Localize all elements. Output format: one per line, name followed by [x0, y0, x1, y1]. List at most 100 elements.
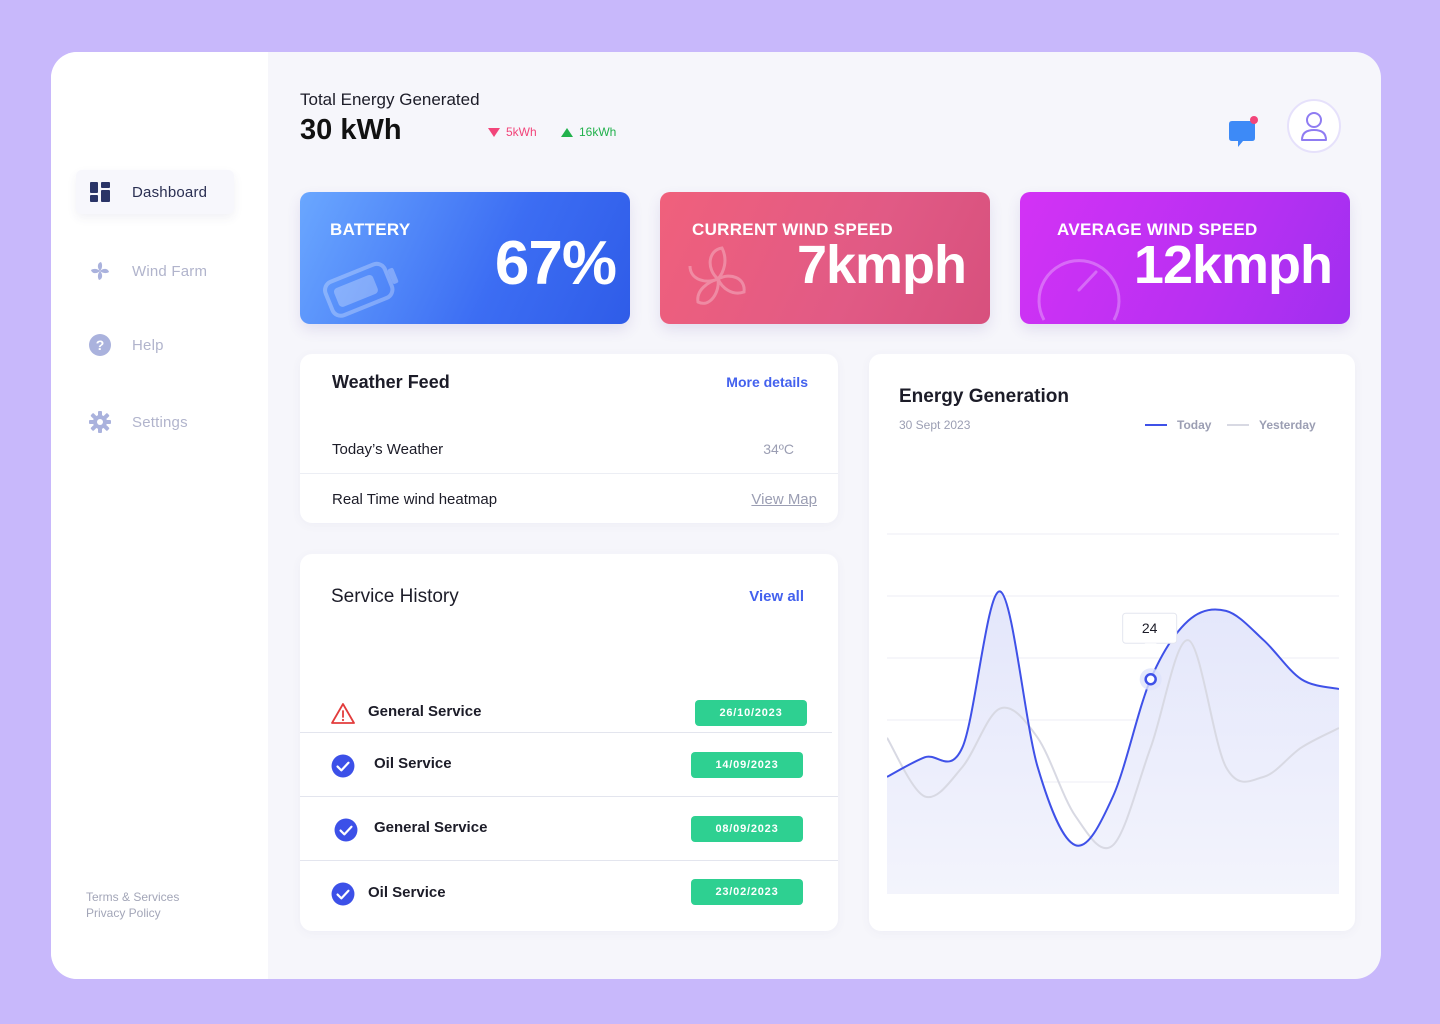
- service-date-badge: 14/09/2023: [691, 752, 803, 778]
- tooltip-value: 24: [1142, 620, 1158, 636]
- fan-icon: [88, 259, 112, 283]
- current-wind-speed-value: 7kmph: [796, 235, 967, 295]
- divider: [300, 732, 832, 733]
- total-energy-value: 30 kWh: [300, 114, 402, 146]
- wind-heatmap-label: Real Time wind heatmap: [332, 490, 498, 508]
- legend-today[interactable]: Today: [1145, 418, 1211, 432]
- sidebar-item-label: Wind Farm: [132, 262, 208, 280]
- service-date-badge: 26/10/2023: [695, 700, 807, 726]
- chat-button[interactable]: [1227, 116, 1259, 148]
- service-history-title: Service History: [331, 586, 459, 607]
- data-point-today: [1036, 765, 1040, 769]
- legend-swatch-yesterday: [1227, 424, 1249, 426]
- data-point-today: [1262, 638, 1266, 642]
- gear-icon: [88, 410, 112, 434]
- service-history-panel: Service History View all General Service…: [300, 554, 838, 931]
- fan-icon: [688, 246, 746, 305]
- energy-generation-chart[interactable]: 24: [887, 474, 1339, 904]
- divider: [300, 796, 838, 797]
- data-point-today: [1073, 843, 1077, 847]
- data-point-yesterday: [923, 794, 927, 798]
- data-point-yesterday: [1262, 775, 1266, 779]
- divider: [300, 860, 838, 861]
- view-map-link[interactable]: View Map: [751, 491, 817, 508]
- privacy-link[interactable]: Privacy Policy: [86, 905, 179, 921]
- data-point-yesterday: [1149, 746, 1153, 750]
- service-name: General Service: [368, 703, 482, 720]
- total-energy-title: Total Energy Generated: [300, 90, 480, 109]
- todays-weather-row: Today’s Weather 34ºC: [300, 424, 838, 474]
- data-point-today: [1111, 794, 1115, 798]
- tooltip-pointer: [1144, 643, 1157, 651]
- data-point-yesterday: [1036, 736, 1040, 740]
- footer-links: Terms & Services Privacy Policy: [86, 889, 179, 921]
- wind-heatmap-row: Real Time wind heatmap View Map: [300, 474, 838, 524]
- data-point-today: [1224, 609, 1228, 613]
- weather-feed-title: Weather Feed: [332, 372, 450, 392]
- down-arrow-icon: [488, 127, 500, 137]
- up-arrow-icon: [561, 127, 573, 137]
- service-name: Oil Service: [374, 755, 452, 772]
- sidebar-item-label: Help: [132, 336, 164, 354]
- average-wind-speed-value: 12kmph: [1133, 235, 1333, 295]
- data-point-today: [1186, 619, 1190, 623]
- check-circle-icon: [331, 754, 355, 778]
- sidebar-item-help[interactable]: ? Help: [76, 323, 234, 367]
- energy-delta-up-value: 16kWh: [579, 125, 617, 139]
- series-area-today: [887, 591, 1339, 894]
- dashboard-icon: [88, 180, 112, 204]
- energy-delta-down-value: 5kWh: [506, 125, 537, 139]
- check-circle-icon: [334, 818, 358, 842]
- energy-generation-date: 30 Sept 2023: [899, 418, 971, 432]
- chat-icon: [1229, 116, 1258, 147]
- service-date-badge: 23/02/2023: [691, 879, 803, 905]
- sidebar-item-label: Settings: [132, 413, 188, 431]
- check-circle-icon: [331, 882, 355, 906]
- data-point-yesterday: [960, 765, 964, 769]
- energy-generation-title: Energy Generation: [899, 386, 1069, 407]
- data-point-yesterday: [1073, 814, 1077, 818]
- service-name: Oil Service: [368, 884, 446, 901]
- todays-weather-label: Today’s Weather: [332, 440, 444, 458]
- data-point-today: [1299, 677, 1303, 681]
- current-wind-speed-card[interactable]: CURRENT WIND SPEED 7kmph: [660, 192, 990, 324]
- gauge-icon: [1037, 259, 1121, 321]
- battery-card[interactable]: BATTERY 67%: [300, 192, 630, 324]
- data-point-yesterday: [1224, 765, 1228, 769]
- warning-icon: [331, 703, 355, 724]
- energy-delta-down: 5kWh: [488, 125, 537, 139]
- service-date-badge: 08/09/2023: [691, 816, 803, 842]
- battery-value: 67%: [494, 229, 617, 298]
- sidebar-item-settings[interactable]: Settings: [76, 400, 234, 444]
- avatar[interactable]: [1287, 99, 1341, 153]
- legend-label-today: Today: [1177, 418, 1212, 432]
- legend-swatch-today: [1145, 424, 1167, 426]
- highlight-point: [1144, 672, 1157, 686]
- energy-delta-up: 16kWh: [561, 125, 616, 139]
- notification-dot: [1250, 116, 1258, 124]
- list-item[interactable]: General Service 26/10/2023: [300, 684, 838, 747]
- list-item[interactable]: Oil Service 23/02/2023: [300, 870, 838, 933]
- terms-link[interactable]: Terms & Services: [86, 889, 179, 905]
- todays-weather-value: 34ºC: [763, 441, 794, 457]
- sidebar-item-wind-farm[interactable]: Wind Farm: [76, 249, 234, 293]
- energy-generation-panel: Energy Generation 30 Sept 2023 Today Yes…: [869, 354, 1355, 931]
- data-point-yesterday: [998, 707, 1002, 711]
- sidebar: Dashboard Wind Farm ? Help Settings Term…: [51, 52, 268, 979]
- data-point-yesterday: [1186, 638, 1190, 642]
- data-point-today: [960, 746, 964, 750]
- legend-label-yesterday: Yesterday: [1259, 418, 1316, 432]
- data-point-yesterday: [1299, 746, 1303, 750]
- sidebar-item-label: Dashboard: [132, 183, 208, 201]
- user-icon: [1301, 112, 1327, 141]
- data-point-today: [923, 755, 927, 759]
- view-all-link[interactable]: View all: [749, 588, 804, 605]
- svg-text:?: ?: [96, 337, 105, 353]
- more-details-link[interactable]: More details: [726, 374, 808, 390]
- dashboard-window: Dashboard Wind Farm ? Help Settings Term…: [51, 52, 1381, 979]
- legend-yesterday[interactable]: Yesterday: [1227, 418, 1316, 432]
- sidebar-item-dashboard[interactable]: Dashboard: [76, 170, 234, 214]
- help-icon: ?: [88, 333, 112, 357]
- average-wind-speed-card[interactable]: AVERAGE WIND SPEED 12kmph: [1020, 192, 1350, 324]
- weather-feed-panel: Weather Feed More details Today’s Weathe…: [300, 354, 838, 523]
